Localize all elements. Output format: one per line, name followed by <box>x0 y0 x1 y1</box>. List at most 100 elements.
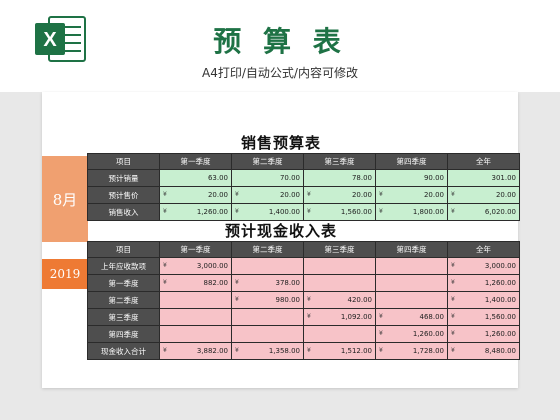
table-cell[interactable]: 90.00 <box>375 169 448 187</box>
table-cell[interactable]: ¥1,728.00 <box>375 342 448 360</box>
table-cell[interactable] <box>159 308 232 326</box>
table-cell[interactable] <box>375 274 448 292</box>
cell-amount: 63.00 <box>207 174 228 182</box>
row-label: 预计销量 <box>87 169 160 187</box>
table-cell[interactable] <box>231 257 304 275</box>
cell-amount: 1,512.00 <box>340 347 372 355</box>
sales-table-title: 销售预算表 <box>240 134 321 152</box>
column-header: 第三季度 <box>303 153 376 170</box>
year-tag: 2019 <box>42 259 88 289</box>
row-label: 预计售价 <box>87 186 160 204</box>
column-header: 第三季度 <box>303 241 376 258</box>
table-cell[interactable]: ¥1,260.00 <box>447 325 520 343</box>
table-cell[interactable]: ¥378.00 <box>231 274 304 292</box>
cash-table-title: 预计现金收入表 <box>224 222 337 240</box>
column-header: 第二季度 <box>231 241 304 258</box>
table-cell[interactable]: ¥8,480.00 <box>447 342 520 360</box>
cell-amount: 1,800.00 <box>412 208 444 216</box>
table-cell[interactable]: ¥6,020.00 <box>447 203 520 221</box>
cell-amount: 90.00 <box>423 174 444 182</box>
table-cell[interactable] <box>303 274 376 292</box>
table-cell[interactable] <box>231 325 304 343</box>
cell-amount: 20.00 <box>423 191 444 199</box>
table-header-row: 项目 第一季度 第二季度 第三季度 第四季度 全年 <box>87 241 520 258</box>
row-label: 上年应收款项 <box>87 257 160 275</box>
cell-amount: 1,560.00 <box>484 313 516 321</box>
row-label: 第三季度 <box>87 308 160 326</box>
cell-amount: 70.00 <box>279 174 300 182</box>
table-cell[interactable] <box>303 325 376 343</box>
table-cell[interactable]: 301.00 <box>447 169 520 187</box>
table-cell[interactable]: ¥3,882.00 <box>159 342 232 360</box>
column-header: 第一季度 <box>159 153 232 170</box>
column-header: 项目 <box>87 241 160 258</box>
table-cell[interactable]: ¥20.00 <box>231 186 304 204</box>
currency-symbol: ¥ <box>235 191 239 198</box>
table-cell[interactable]: 78.00 <box>303 169 376 187</box>
table-cell[interactable]: ¥20.00 <box>447 186 520 204</box>
currency-symbol: ¥ <box>163 208 167 215</box>
table-cell[interactable] <box>231 308 304 326</box>
table-cell[interactable]: ¥3,000.00 <box>447 257 520 275</box>
row-label: 第一季度 <box>87 274 160 292</box>
table-cell[interactable]: ¥1,560.00 <box>303 203 376 221</box>
table-cell[interactable]: ¥468.00 <box>375 308 448 326</box>
table-cell[interactable]: ¥420.00 <box>303 291 376 309</box>
cell-amount: 6,020.00 <box>484 208 516 216</box>
cell-amount: 1,400.00 <box>484 296 516 304</box>
row-label: 第四季度 <box>87 325 160 343</box>
currency-symbol: ¥ <box>451 262 455 269</box>
currency-symbol: ¥ <box>307 313 311 320</box>
cell-amount: 1,260.00 <box>412 330 444 338</box>
currency-symbol: ¥ <box>307 208 311 215</box>
table-cell[interactable]: ¥980.00 <box>231 291 304 309</box>
cell-amount: 980.00 <box>275 296 301 304</box>
table-row: 上年应收款项 ¥3,000.00 ¥3,000.00 <box>87 257 520 275</box>
table-cell[interactable]: 63.00 <box>159 169 232 187</box>
table-cell[interactable]: ¥20.00 <box>303 186 376 204</box>
row-label: 第二季度 <box>87 291 160 309</box>
column-header: 第四季度 <box>375 153 448 170</box>
table-row: 销售收入 ¥1,260.00 ¥1,400.00 ¥1,560.00 ¥1,800.00… <box>87 203 520 221</box>
column-header: 项目 <box>87 153 160 170</box>
cell-amount: 78.00 <box>351 174 372 182</box>
currency-symbol: ¥ <box>163 279 167 286</box>
table-cell[interactable]: ¥1,560.00 <box>447 308 520 326</box>
table-cell[interactable]: ¥1,092.00 <box>303 308 376 326</box>
table-cell[interactable]: ¥1,260.00 <box>375 325 448 343</box>
table-row: 预计售价 ¥20.00 ¥20.00 ¥20.00 ¥20.00 ¥20.00 <box>87 186 520 204</box>
currency-symbol: ¥ <box>235 347 239 354</box>
table-cell[interactable]: ¥20.00 <box>375 186 448 204</box>
column-header: 全年 <box>447 241 520 258</box>
table-cell[interactable]: ¥1,400.00 <box>447 291 520 309</box>
table-cell[interactable]: ¥882.00 <box>159 274 232 292</box>
table-cell[interactable] <box>375 257 448 275</box>
table-cell[interactable]: ¥3,000.00 <box>159 257 232 275</box>
cell-amount: 1,728.00 <box>412 347 444 355</box>
table-cell[interactable] <box>159 325 232 343</box>
currency-symbol: ¥ <box>451 191 455 198</box>
table-cell[interactable]: ¥1,800.00 <box>375 203 448 221</box>
currency-symbol: ¥ <box>163 262 167 269</box>
table-cell[interactable] <box>159 291 232 309</box>
cell-amount: 20.00 <box>495 191 516 199</box>
table-cell[interactable]: ¥1,358.00 <box>231 342 304 360</box>
table-cell[interactable]: ¥20.00 <box>159 186 232 204</box>
column-header: 第四季度 <box>375 241 448 258</box>
table-cell[interactable] <box>303 257 376 275</box>
cell-amount: 3,000.00 <box>196 262 228 270</box>
cash-income-table: 项目 第一季度 第二季度 第三季度 第四季度 全年 上年应收款项 ¥3,000.00 ¥3,0… <box>87 241 520 360</box>
table-cell[interactable]: 70.00 <box>231 169 304 187</box>
table-cell[interactable]: ¥1,260.00 <box>447 274 520 292</box>
page-subtitle: A4打印/自动公式/内容可修改 <box>202 66 358 80</box>
cell-amount: 882.00 <box>203 279 229 287</box>
table-row: 第一季度 ¥882.00 ¥378.00 ¥1,260.00 <box>87 274 520 292</box>
cell-amount: 1,358.00 <box>268 347 300 355</box>
table-cell[interactable]: ¥1,512.00 <box>303 342 376 360</box>
cell-amount: 468.00 <box>419 313 445 321</box>
table-cell[interactable]: ¥1,400.00 <box>231 203 304 221</box>
currency-symbol: ¥ <box>451 208 455 215</box>
column-header: 第二季度 <box>231 153 304 170</box>
table-cell[interactable] <box>375 291 448 309</box>
table-cell[interactable]: ¥1,260.00 <box>159 203 232 221</box>
